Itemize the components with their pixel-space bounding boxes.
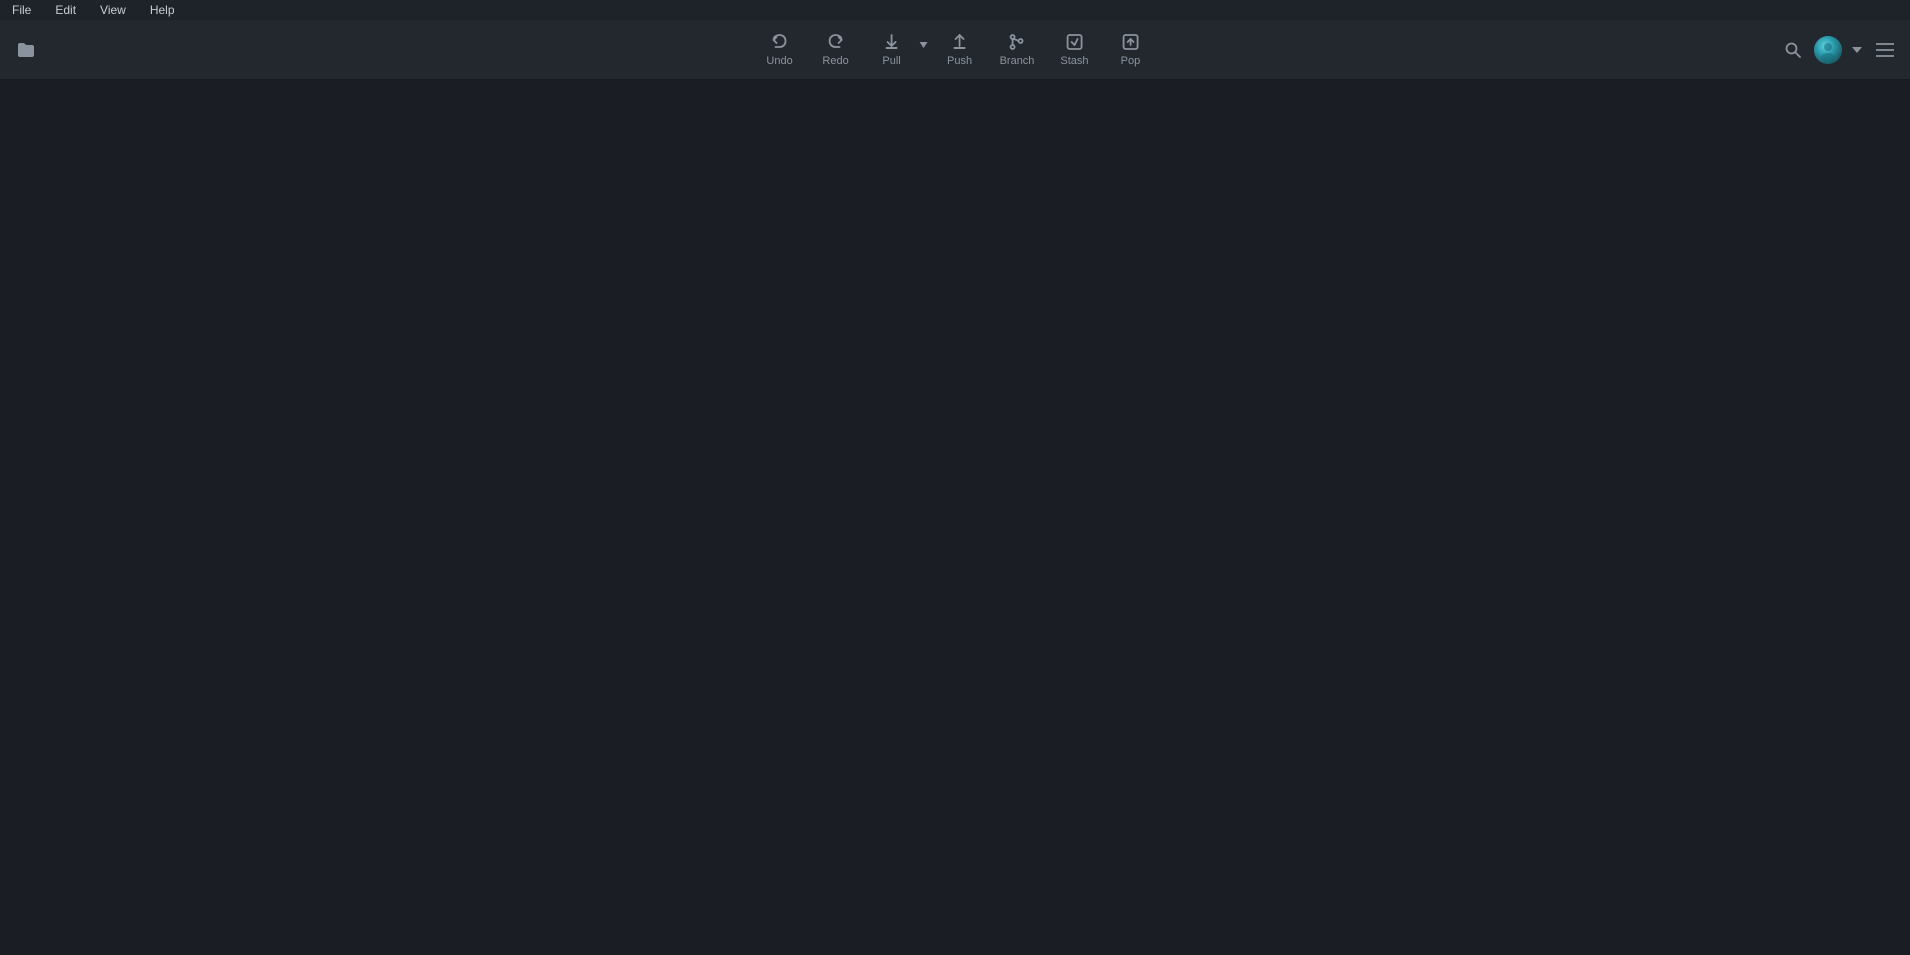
- stash-label: Stash: [1060, 55, 1088, 67]
- pop-label: Pop: [1121, 55, 1141, 67]
- undo-button[interactable]: Undo: [754, 28, 806, 71]
- menu-file[interactable]: File: [8, 1, 35, 19]
- push-button[interactable]: Push: [934, 28, 986, 71]
- pull-group: Pull: [866, 28, 930, 71]
- branch-label: Branch: [1000, 55, 1035, 67]
- pull-dropdown-button[interactable]: [918, 38, 930, 54]
- main-content: [0, 80, 1910, 955]
- pop-button[interactable]: Pop: [1104, 28, 1156, 71]
- pull-button[interactable]: Pull: [866, 28, 918, 71]
- toolbar-left: [12, 36, 40, 64]
- branch-button[interactable]: Branch: [990, 28, 1045, 71]
- repo-folder-button[interactable]: [12, 36, 40, 64]
- menu-help[interactable]: Help: [146, 1, 179, 19]
- menu-view[interactable]: View: [96, 1, 130, 19]
- toolbar-right: [1780, 36, 1898, 64]
- pull-label: Pull: [882, 55, 900, 67]
- toolbar: Undo Redo Pull: [0, 20, 1910, 80]
- push-label: Push: [947, 55, 972, 67]
- user-avatar-button[interactable]: [1814, 36, 1842, 64]
- menu-edit[interactable]: Edit: [51, 1, 80, 19]
- search-button[interactable]: [1780, 37, 1806, 63]
- redo-button[interactable]: Redo: [810, 28, 862, 71]
- user-dropdown-button[interactable]: [1850, 43, 1864, 57]
- redo-label: Redo: [822, 55, 848, 67]
- undo-label: Undo: [766, 55, 792, 67]
- toolbar-center: Undo Redo Pull: [754, 28, 1157, 71]
- hamburger-menu-button[interactable]: [1872, 39, 1898, 61]
- menu-bar: File Edit View Help: [0, 0, 1910, 20]
- stash-button[interactable]: Stash: [1048, 28, 1100, 71]
